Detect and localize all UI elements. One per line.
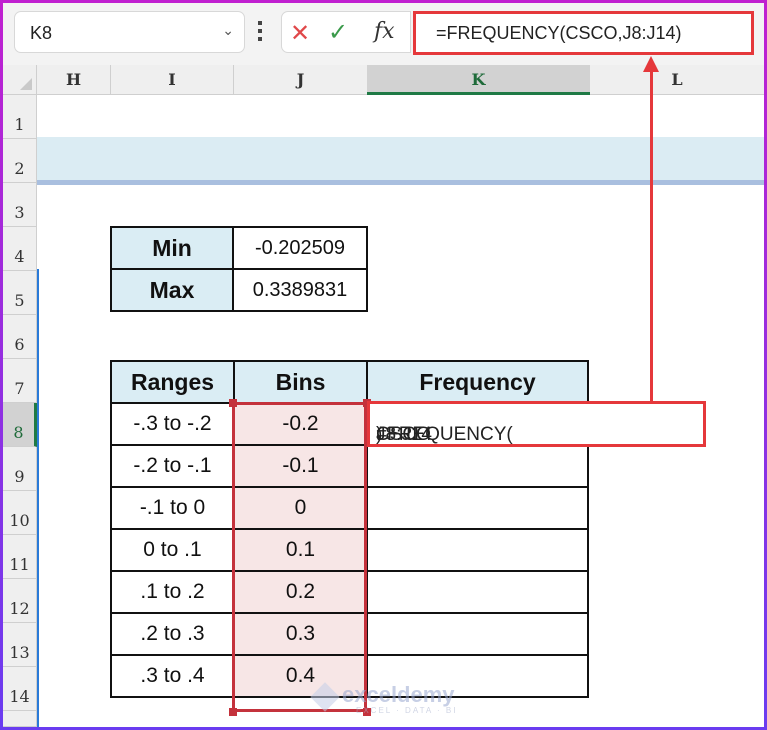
header-ranges[interactable]: Ranges (110, 360, 235, 404)
max-label-cell[interactable]: Max (110, 268, 234, 312)
bin-cell[interactable]: 0.2 (233, 570, 368, 614)
bin-cell[interactable]: -0.1 (233, 444, 368, 488)
header-frequency[interactable]: Frequency (366, 360, 589, 404)
range-cell[interactable]: .3 to .4 (110, 654, 235, 698)
table-header-row: Ranges Bins Frequency (110, 360, 589, 404)
name-box-value: K8 (30, 23, 53, 43)
bin-cell[interactable]: 0.3 (233, 612, 368, 656)
table-row: -.2 to -.1 -0.1 (110, 444, 589, 488)
bin-cell[interactable]: -0.2 (233, 402, 368, 446)
name-box[interactable]: K8 ⌄ (14, 11, 245, 53)
column-header-k[interactable]: K (367, 65, 590, 95)
range-cell[interactable]: 0 to .1 (110, 528, 235, 572)
arrow-up-icon (643, 56, 659, 72)
row-header-7[interactable]: 7 (3, 359, 37, 403)
select-all-corner[interactable] (3, 65, 37, 95)
row-header-12[interactable]: 12 (3, 579, 37, 623)
row-header-15[interactable] (3, 711, 37, 727)
min-max-table: Min -0.202509 Max 0.3389831 (110, 226, 368, 312)
range-handle-top-left[interactable] (229, 399, 237, 407)
max-value-cell[interactable]: 0.3389831 (232, 268, 368, 312)
frequency-cell[interactable] (366, 486, 589, 530)
column-header-h[interactable]: H (37, 65, 110, 95)
frequency-cell[interactable] (366, 612, 589, 656)
frequency-cell[interactable] (366, 444, 589, 488)
formula-buttons: ✕ ✓ fx (281, 11, 411, 53)
checkmark-icon[interactable]: ✓ (328, 18, 348, 47)
watermark-name: exceldemy (342, 682, 455, 707)
range-cell[interactable]: -.2 to -.1 (110, 444, 235, 488)
range-cell[interactable]: .1 to .2 (110, 570, 235, 614)
row-header-14[interactable]: 14 (3, 667, 37, 711)
table-row: .1 to .2 0.2 (110, 570, 589, 614)
row-header-4[interactable]: 4 (3, 227, 37, 271)
column-header-i[interactable]: I (110, 65, 233, 95)
row-header-2[interactable]: 2 (3, 139, 37, 183)
frequency-cell[interactable] (366, 528, 589, 572)
active-cell-k8-editor[interactable]: =FREQUENCY(CSCO, J8:J14) (367, 401, 706, 447)
range-handle-bottom-left[interactable] (229, 708, 237, 716)
frequency-cell[interactable] (366, 570, 589, 614)
more-options-icon[interactable] (258, 21, 262, 45)
ref-j8-j14: J8:J14 (376, 424, 432, 445)
range-cell[interactable]: -.1 to 0 (110, 486, 235, 530)
bin-cell[interactable]: 0.1 (233, 528, 368, 572)
min-label-cell[interactable]: Min (110, 226, 234, 270)
row-header-3[interactable]: 3 (3, 183, 37, 227)
column-header-l[interactable]: L (590, 65, 764, 95)
table-row: -.1 to 0 0 (110, 486, 589, 530)
chevron-down-icon[interactable]: ⌄ (222, 22, 234, 39)
watermark-tagline: EXCEL · DATA · BI (356, 706, 458, 715)
row-header-13[interactable]: 13 (3, 623, 37, 667)
column-header-j[interactable]: J (233, 65, 367, 95)
row-header-10[interactable]: 10 (3, 491, 37, 535)
title-band-row-2 (37, 137, 764, 185)
range-cell[interactable]: .2 to .3 (110, 612, 235, 656)
header-bins[interactable]: Bins (233, 360, 368, 404)
fx-icon[interactable]: fx (374, 19, 395, 44)
row-header-8[interactable]: 8 (3, 403, 37, 447)
bin-cell[interactable]: 0 (233, 486, 368, 530)
row-header-1[interactable]: 1 (3, 95, 37, 139)
row-header-11[interactable]: 11 (3, 535, 37, 579)
callout-arrow-line (650, 68, 653, 402)
formula-text: =FREQUENCY(CSCO,J8:J14) (436, 23, 682, 43)
table-row: Min -0.202509 (110, 226, 368, 270)
min-value-cell[interactable]: -0.202509 (232, 226, 368, 270)
x-icon[interactable]: ✕ (290, 19, 310, 48)
table-row: Max 0.3389831 (110, 268, 368, 312)
row-header-6[interactable]: 6 (3, 315, 37, 359)
formula-bar-input[interactable]: =FREQUENCY(CSCO,J8:J14) (413, 11, 754, 55)
table-row: 0 to .1 0.1 (110, 528, 589, 572)
row-selection-indicator (37, 269, 39, 727)
row-header-5[interactable]: 5 (3, 271, 37, 315)
range-cell[interactable]: -.3 to -.2 (110, 402, 235, 446)
row-header-9[interactable]: 9 (3, 447, 37, 491)
table-row: .2 to .3 0.3 (110, 612, 589, 656)
